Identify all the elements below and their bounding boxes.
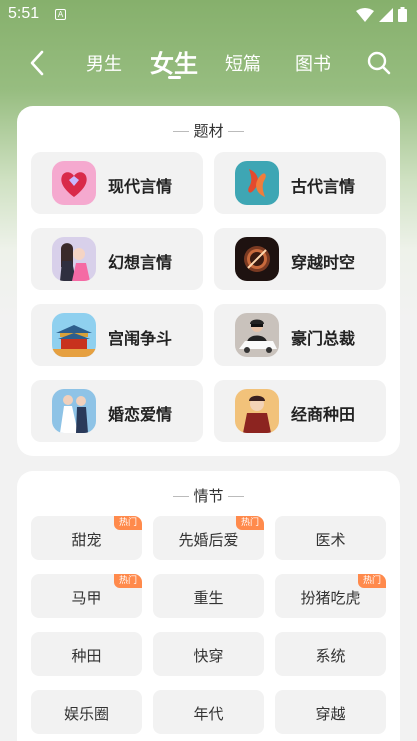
hot-badge: 热门 [114,516,142,530]
back-button[interactable] [22,48,52,78]
tag-label: 系统 [315,647,346,665]
plots-section-title: 情节 [17,485,400,506]
topic-ancient-romance[interactable]: 古代言情 [214,152,386,214]
topic-label: 豪门总裁 [291,329,356,348]
topic-marriage-romance[interactable]: 婚恋爱情 [31,380,203,442]
tag-system[interactable]: 系统 [275,632,386,676]
tag-time-travel[interactable]: 穿越 [275,690,386,734]
title-divider-right [227,131,244,132]
tag-label: 甜宠 [71,531,102,549]
topic-label: 古代言情 [291,177,356,196]
tag-era[interactable]: 年代 [153,690,264,734]
chevron-left-icon [30,50,44,76]
tag-play-dumb[interactable]: 扮猪吃虎 热门 [275,574,386,618]
title-divider-left [173,496,190,497]
tab-male[interactable]: 男生 [86,50,122,76]
wifi-icon [356,7,374,22]
tag-sweet-pampering[interactable]: 甜宠 热门 [31,516,142,560]
plots-card: 情节 甜宠 热门 先婚后爱 热门 医术 马甲 热门 重生 扮猪吃虎 热门 种田 … [17,471,400,741]
couple-icon [52,237,96,281]
active-tab-indicator [168,76,181,79]
status-icons [356,7,407,22]
topic-label: 幻想言情 [108,253,173,272]
status-bar: 5:51 A [0,0,417,30]
topics-section-title: 题材 [17,120,400,141]
tag-marriage-first[interactable]: 先婚后爱 热门 [153,516,264,560]
heart-gem-icon [52,161,96,205]
tag-label: 穿越 [315,705,346,723]
title-divider-right [227,496,244,497]
topic-modern-romance[interactable]: 现代言情 [31,152,203,214]
ceo-car-icon [235,313,279,357]
tag-label: 先婚后爱 [178,531,239,549]
tag-label: 种田 [71,647,102,665]
signal-icon [379,7,393,22]
status-time: 5:51 [8,5,40,22]
tag-label: 年代 [193,705,224,723]
tag-entertainment[interactable]: 娱乐圈 [31,690,142,734]
tag-label: 快穿 [193,647,224,665]
tag-medicine[interactable]: 医术 [275,516,386,560]
topic-fantasy-romance[interactable]: 幻想言情 [31,228,203,290]
topic-palace-intrigue[interactable]: 宫闱争斗 [31,304,203,366]
tag-label: 马甲 [71,589,102,607]
search-button[interactable] [366,50,392,76]
topic-label: 婚恋爱情 [108,405,173,424]
tab-books[interactable]: 图书 [295,50,331,76]
topic-label: 宫闱争斗 [108,329,173,348]
topic-label: 经商种田 [291,405,356,424]
hot-badge: 热门 [114,574,142,588]
tag-hidden-identity[interactable]: 马甲 热门 [31,574,142,618]
koi-fish-icon [235,161,279,205]
topics-card: 题材 现代言情 古代言情 幻想言情 穿越时空 宫闱争斗 豪门总裁 婚恋爱情 经商… [17,106,400,456]
tag-rebirth[interactable]: 重生 [153,574,264,618]
hot-badge: 热门 [236,516,264,530]
topic-label: 穿越时空 [291,253,356,272]
palace-icon [52,313,96,357]
title-divider-left [173,131,190,132]
merchant-icon [235,389,279,433]
tab-short-stories[interactable]: 短篇 [225,50,261,76]
tab-female[interactable]: 女生 [150,44,198,79]
top-navigation: 男生 女生 短篇 图书 [0,38,417,88]
topic-label: 现代言情 [108,177,173,196]
time-portal-icon [235,237,279,281]
topic-rich-ceo[interactable]: 豪门总裁 [214,304,386,366]
tag-label: 重生 [193,589,224,607]
topic-business-farming[interactable]: 经商种田 [214,380,386,442]
search-icon [367,51,391,75]
battery-icon [398,7,407,22]
tag-farming[interactable]: 种田 [31,632,142,676]
topic-time-travel[interactable]: 穿越时空 [214,228,386,290]
hot-badge: 热门 [358,574,386,588]
tag-quick-travel[interactable]: 快穿 [153,632,264,676]
app-notification-icon: A [55,9,66,20]
wedding-icon [52,389,96,433]
tag-label: 扮猪吃虎 [300,589,361,607]
tag-label: 娱乐圈 [63,705,109,723]
tag-label: 医术 [315,531,346,549]
